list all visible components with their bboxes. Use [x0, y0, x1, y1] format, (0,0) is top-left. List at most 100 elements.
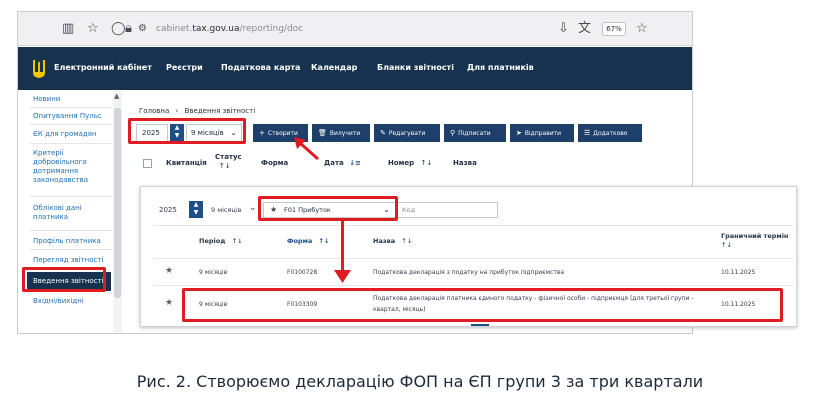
sort-desc-icon[interactable]: ↓≡: [349, 159, 361, 167]
sidebar-toggle-icon[interactable]: ▥: [62, 21, 74, 37]
divider: [153, 285, 793, 286]
more-button[interactable]: ☰ Додатково: [578, 124, 642, 142]
col-number-header[interactable]: Номер ↑↓: [388, 159, 432, 168]
list-icon: ☰: [584, 129, 591, 137]
highlight-period-controls: [128, 118, 246, 144]
url-host: tax.gov.ua: [192, 24, 240, 34]
sidebar-item-payer-profile[interactable]: Профіль платника: [33, 237, 109, 246]
permissions-icon[interactable]: ⚙: [138, 21, 147, 37]
breadcrumb-current: Введення звітності: [184, 107, 256, 115]
bookmark-star-icon[interactable]: ☆: [87, 21, 99, 37]
arrow-line: [341, 221, 344, 275]
sort-icon[interactable]: ↑↓: [421, 159, 433, 167]
sidebar-scrollbar[interactable]: ▲: [113, 90, 122, 333]
scrollbar-thumb[interactable]: [114, 108, 121, 298]
favorite-star-icon[interactable]: ★: [165, 266, 173, 276]
create-button-label: Створити: [267, 130, 298, 137]
plus-icon: +: [259, 129, 265, 137]
sidebar-item-news[interactable]: Новини: [33, 95, 109, 104]
row1-name[interactable]: Податкова декларація з податку на прибут…: [373, 269, 564, 277]
more-button-label: Додатково: [593, 130, 628, 137]
nav-report-forms[interactable]: Бланки звітності: [377, 63, 454, 72]
breadcrumb: Головна › Введення звітності: [139, 107, 259, 115]
col-receipt-header[interactable]: Квитанція: [166, 159, 207, 168]
save-page-icon[interactable]: ⇩: [558, 21, 569, 37]
nav-tax-map[interactable]: Податкова карта: [221, 63, 300, 72]
col-form-header[interactable]: Форма ↑↓: [287, 237, 329, 246]
highlight-enter-reports: [22, 267, 106, 292]
overlay-year-stepper[interactable]: ▲ ▼: [189, 201, 203, 218]
col-period-header[interactable]: Період ↑↓: [199, 237, 243, 246]
sidebar-item-citizens[interactable]: ЄК для громадян: [33, 130, 109, 139]
arrow-down-icon: [334, 270, 351, 283]
sidebar-item-pulse-survey[interactable]: Опитування Пульс: [33, 112, 109, 121]
url-bar[interactable]: cabinet.tax.gov.ua/reporting/doc: [156, 23, 303, 35]
sidebar-divider: [30, 196, 112, 197]
favorite-star-icon[interactable]: ☆: [636, 21, 648, 37]
highlight-form-select: [258, 196, 398, 221]
col-status-label: Статус: [215, 153, 242, 161]
sign-button[interactable]: ⚲ Підписати: [444, 124, 506, 142]
trident-logo-icon: [33, 60, 45, 78]
browser-toolbar: ▥ ☆ ◯ 🔒︎ ⚙ cabinet.tax.gov.ua/reporting/…: [18, 12, 692, 46]
sidebar-divider: [30, 249, 112, 250]
breadcrumb-home[interactable]: Головна: [139, 107, 169, 115]
send-button[interactable]: ➤ Відправити: [510, 124, 574, 142]
divider: [153, 225, 793, 226]
edit-button[interactable]: ✎ Редагувати: [374, 124, 440, 142]
scroll-up-icon[interactable]: ▲: [114, 92, 119, 100]
sort-icon[interactable]: ↑↓: [401, 237, 412, 245]
chevron-down-icon[interactable]: ▼: [189, 209, 203, 217]
nav-calendar[interactable]: Календар: [311, 63, 357, 72]
url-prefix: cabinet.: [156, 24, 193, 34]
favorite-star-icon[interactable]: ★: [165, 298, 173, 308]
sign-button-label: Підписати: [458, 130, 491, 137]
zoom-level-badge[interactable]: 67%: [602, 22, 626, 36]
overlay-year-value[interactable]: 2025: [159, 206, 177, 214]
translate-icon[interactable]: 文: [578, 21, 591, 37]
col-name-header[interactable]: Назва: [453, 159, 477, 168]
col-status-header[interactable]: Статус ↑↓: [215, 153, 242, 171]
site-header: Електронний кабінет Реєстри Податкова ка…: [18, 47, 692, 90]
row1-period: 9 місяців: [199, 269, 228, 276]
sort-asc-icon[interactable]: ↑↓: [319, 237, 330, 245]
sort-icon[interactable]: ↑↓: [232, 237, 243, 245]
col-name-label: Назва: [373, 237, 396, 245]
trash-icon: 🗑: [318, 129, 327, 137]
brand-title[interactable]: Електронний кабінет: [54, 63, 152, 72]
lock-icon: 🔒︎: [125, 21, 132, 36]
row1-form[interactable]: F0100728: [287, 269, 317, 277]
sidebar-item-view-reports[interactable]: Перегляд звітності: [33, 256, 109, 265]
pencil-icon: ✎: [380, 129, 386, 137]
col-date-label: Дата: [324, 159, 344, 167]
sidebar-item-inbox-outbox[interactable]: Вхідні/вихідні: [33, 297, 109, 306]
breadcrumb-separator-icon: ›: [175, 107, 179, 115]
sidebar-divider: [30, 107, 112, 108]
divider: [153, 258, 793, 259]
col-deadline-header[interactable]: Граничний термін ↑↓: [721, 232, 791, 250]
col-form-header[interactable]: Форма: [261, 159, 288, 168]
sidebar-divider: [30, 230, 112, 231]
sort-icon[interactable]: ↑↓: [215, 162, 242, 171]
col-date-header[interactable]: Дата ↓≡: [324, 159, 361, 168]
send-button-label: Відправити: [524, 130, 562, 137]
col-deadline-label: Граничний термін: [721, 232, 789, 240]
edit-button-label: Редагувати: [388, 130, 426, 137]
delete-button-label: Вилучити: [329, 130, 361, 137]
nav-registers[interactable]: Реєстри: [166, 63, 203, 72]
nav-for-payers[interactable]: Для платників: [467, 63, 534, 72]
shield-icon: ◯: [111, 21, 126, 36]
key-icon: ⚲: [450, 129, 456, 137]
sidebar-item-compliance-criteria[interactable]: Критерії добровільного дотримання законо…: [33, 149, 97, 185]
chevron-up-icon[interactable]: ▲: [189, 201, 203, 209]
scroll-indicator: [471, 324, 489, 326]
chevron-down-icon[interactable]: ⌄: [249, 204, 257, 213]
sidebar-item-account-data[interactable]: Облікові дані платника: [33, 204, 97, 222]
select-all-checkbox[interactable]: [143, 159, 152, 168]
overlay-period-value[interactable]: 9 місяців: [211, 206, 241, 214]
col-name-header[interactable]: Назва ↑↓: [373, 237, 412, 246]
arrow-to-create-icon: [294, 137, 319, 161]
sort-icon[interactable]: ↑↓: [721, 241, 791, 250]
col-number-label: Номер: [388, 159, 415, 167]
code-input[interactable]: Код: [396, 202, 498, 218]
